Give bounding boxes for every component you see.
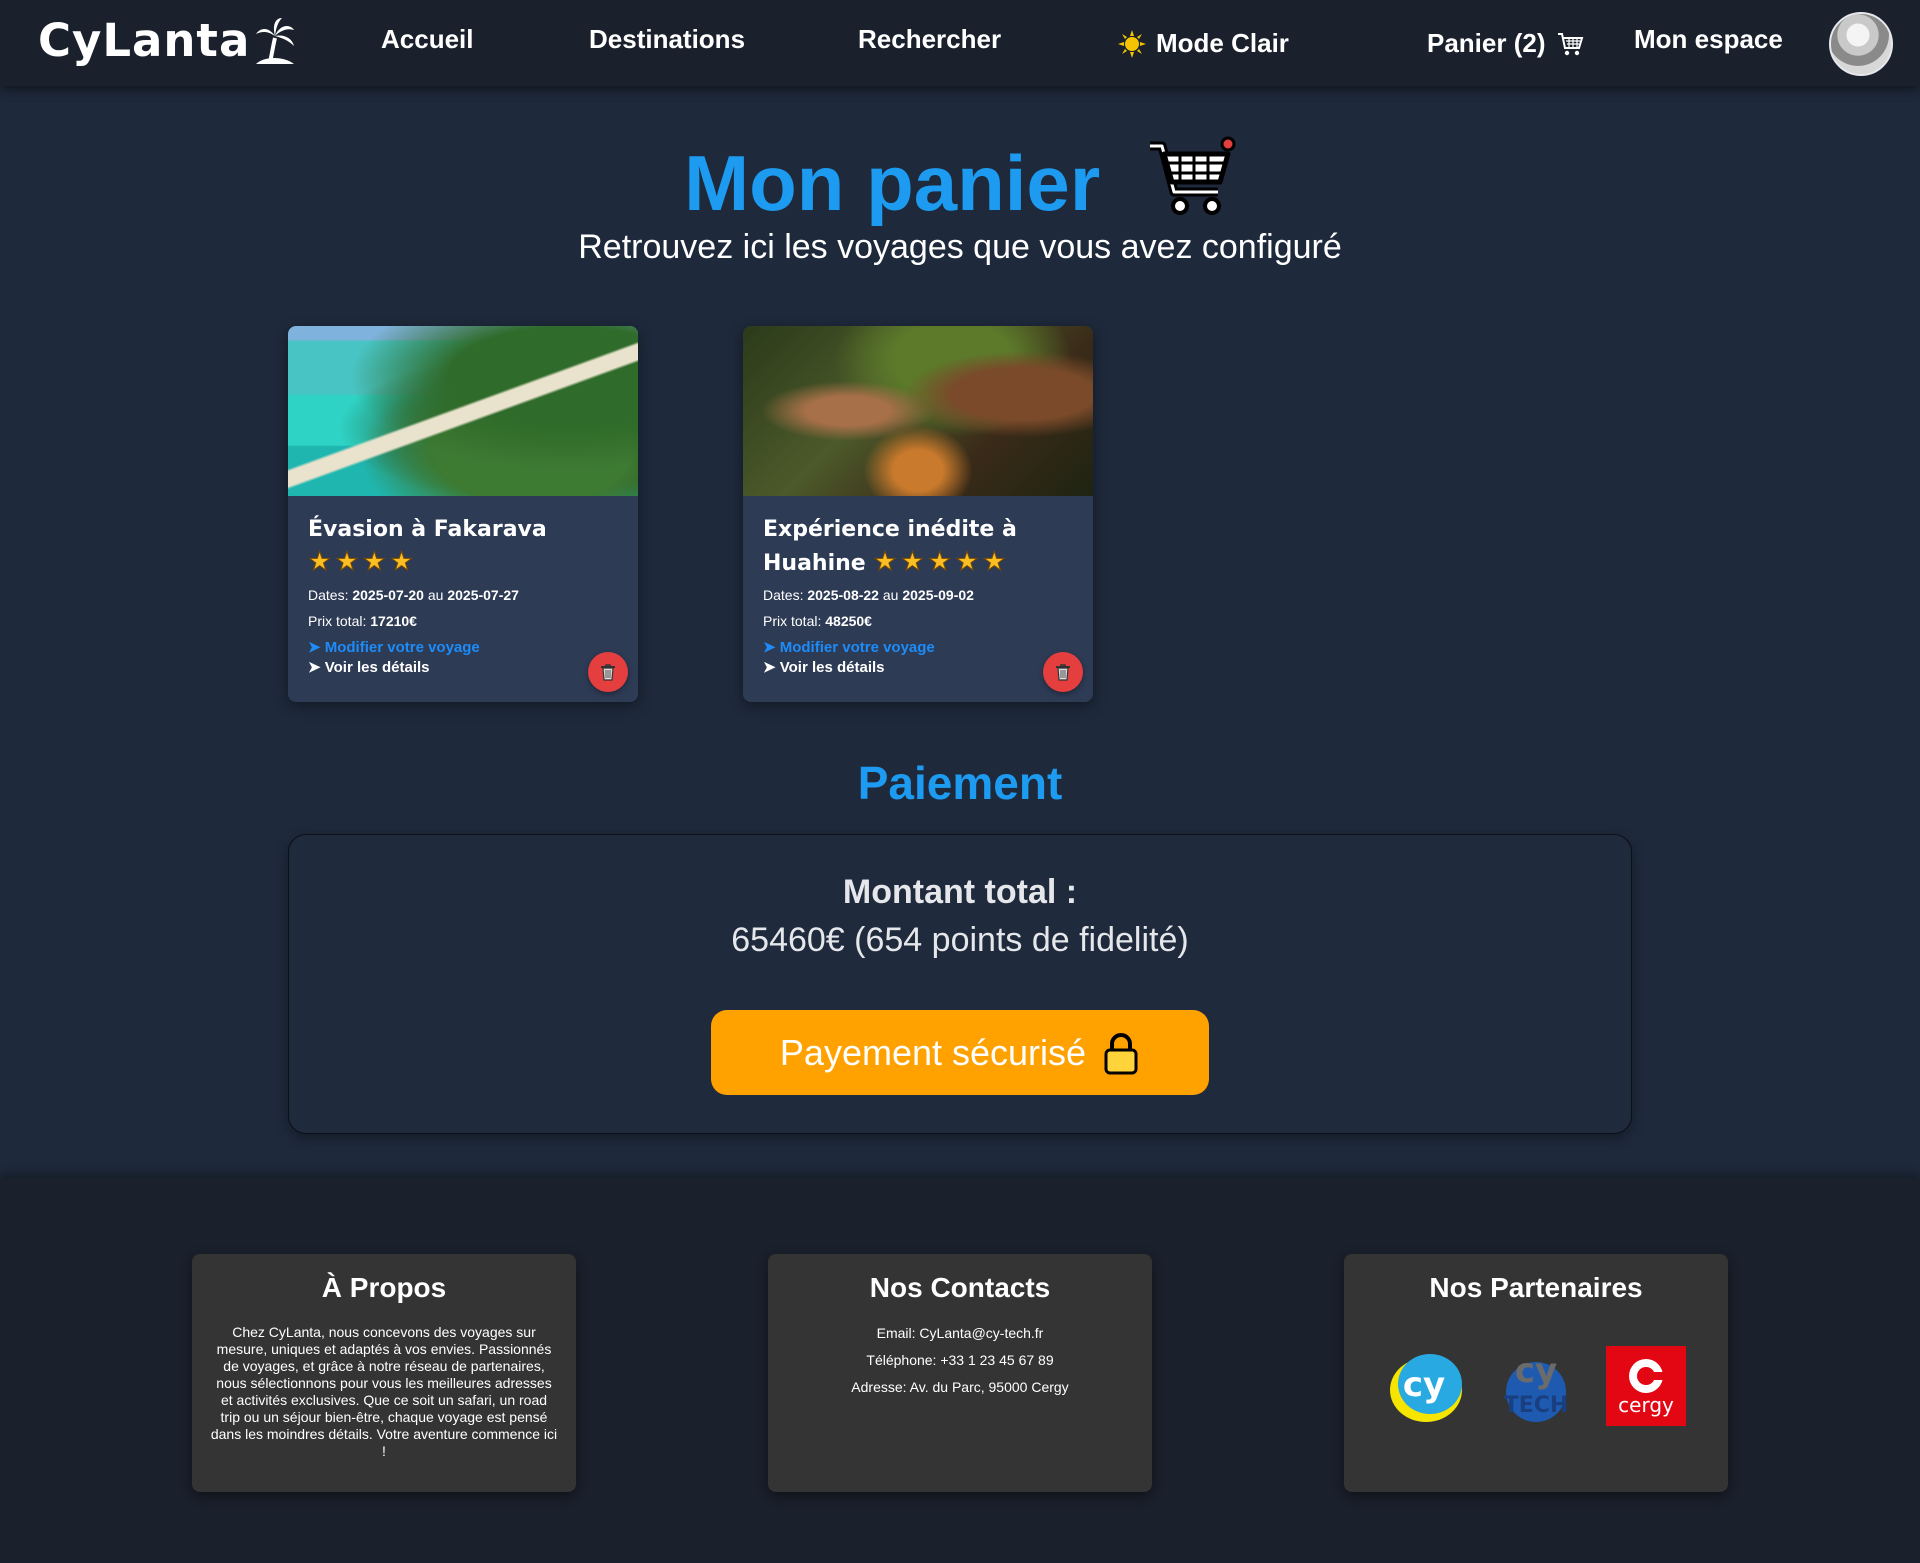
modify-trip-link[interactable]: ➤ Modifier votre voyage bbox=[308, 638, 618, 658]
avatar[interactable] bbox=[1829, 12, 1893, 76]
trip-image bbox=[288, 326, 638, 496]
date-start: 2025-08-22 bbox=[807, 587, 879, 603]
trip-details-link[interactable]: ➤ Voir les détails bbox=[308, 658, 618, 678]
contact-phone: Téléphone: +33 1 23 45 67 89 bbox=[866, 1352, 1054, 1368]
trip-price: Prix total: 48250€ bbox=[763, 610, 1073, 632]
trash-icon bbox=[601, 664, 615, 681]
about-section: À Propos Chez CyLanta, nous concevons de… bbox=[192, 1254, 576, 1492]
nav-destinations-link[interactable]: Destinations bbox=[589, 24, 745, 55]
page-title-text: Mon panier bbox=[684, 139, 1101, 227]
cergy-logo-text: cergy bbox=[1618, 1393, 1674, 1417]
contacts-section: Nos Contacts Email: CyLanta@cy-tech.fr T… bbox=[768, 1254, 1152, 1492]
svg-text:cy: cy bbox=[1403, 1365, 1445, 1405]
payment-panel: Montant total : 65460€ (654 points de fi… bbox=[288, 834, 1632, 1134]
date-end: 2025-09-02 bbox=[902, 587, 974, 603]
nav-cart-label: Panier (2) bbox=[1427, 28, 1546, 58]
page-subtitle: Retrouvez ici les voyages que vous avez … bbox=[578, 228, 1342, 266]
price-value: 17210€ bbox=[370, 613, 417, 629]
nav-account-link[interactable]: Mon espace bbox=[1634, 24, 1783, 55]
trip-title: Expérience inédite à Huahine ★★★★★ bbox=[763, 514, 1073, 580]
page-title: Mon panier bbox=[0, 132, 1920, 228]
trash-icon bbox=[1056, 664, 1070, 681]
nav-cart-link[interactable]: Panier (2) bbox=[1427, 28, 1584, 59]
delete-trip-button[interactable] bbox=[588, 652, 628, 692]
contact-email[interactable]: Email: CyLanta@cy-tech.fr bbox=[768, 1320, 1152, 1347]
price-label: Prix total: bbox=[308, 613, 367, 629]
total-label: Montant total : bbox=[842, 873, 1078, 911]
price-value: 48250€ bbox=[825, 613, 872, 629]
price-label: Prix total: bbox=[763, 613, 822, 629]
cart-item-card: Expérience inédite à Huahine ★★★★★ Dates… bbox=[743, 326, 1093, 702]
contacts-title: Nos Contacts bbox=[869, 1272, 1051, 1303]
secure-payment-label: Payement sécurisé bbox=[779, 1031, 1087, 1073]
partners-title: Nos Partenaires bbox=[1429, 1272, 1643, 1303]
star-rating: ★★★★ bbox=[307, 547, 418, 578]
trip-price: Prix total: 17210€ bbox=[308, 610, 618, 632]
total-amount: 65460€ (654 points de fidelité) bbox=[731, 921, 1189, 959]
about-title: À Propos bbox=[321, 1272, 447, 1303]
dates-label: Dates: bbox=[308, 587, 349, 603]
shopping-cart-icon bbox=[1149, 136, 1236, 215]
modify-trip-link[interactable]: ➤ Modifier votre voyage bbox=[763, 638, 1073, 658]
svg-text:cy: cy bbox=[1515, 1351, 1557, 1391]
trip-dates: Dates: 2025-07-20 au 2025-07-27 bbox=[308, 584, 618, 606]
date-start: 2025-07-20 bbox=[352, 587, 424, 603]
dates-label: Dates: bbox=[763, 587, 804, 603]
secure-payment-button[interactable]: Payement sécurisé bbox=[711, 1010, 1209, 1095]
star-rating: ★★★★★ bbox=[873, 547, 1010, 578]
nav-search-link[interactable]: Rechercher bbox=[858, 24, 1001, 55]
payment-title: Paiement bbox=[857, 757, 1063, 809]
navbar: CyLanta Accueil Destinations Rechercher … bbox=[0, 0, 1920, 86]
date-separator: au bbox=[427, 587, 444, 603]
partners-section: Nos Partenaires cy cy TECH cergy bbox=[1344, 1254, 1728, 1492]
trip-image bbox=[743, 326, 1093, 496]
mode-toggle-button[interactable]: Mode Clair bbox=[1118, 28, 1289, 59]
palm-tree-icon bbox=[256, 17, 295, 64]
cy-logo[interactable]: cy bbox=[1386, 1346, 1466, 1426]
trip-title: Évasion à Fakarava ★★★★ bbox=[307, 514, 618, 580]
date-separator: au bbox=[882, 587, 899, 603]
lock-icon bbox=[1104, 1032, 1138, 1074]
about-text: Chez CyLanta, nous concevons des voyages… bbox=[210, 1324, 558, 1459]
svg-text:TECH: TECH bbox=[1504, 1393, 1569, 1418]
logo[interactable]: CyLanta bbox=[38, 14, 296, 67]
trip-details-link[interactable]: ➤ Voir les détails bbox=[763, 658, 1073, 678]
cart-icon bbox=[1557, 32, 1583, 55]
trip-title-text: Évasion à Fakarava bbox=[308, 517, 547, 542]
delete-trip-button[interactable] bbox=[1043, 652, 1083, 692]
date-end: 2025-07-27 bbox=[447, 587, 519, 603]
trip-dates: Dates: 2025-08-22 au 2025-09-02 bbox=[763, 584, 1073, 606]
cy-tech-logo[interactable]: cy TECH bbox=[1496, 1346, 1576, 1426]
sun-icon bbox=[1118, 29, 1146, 58]
nav-home-link[interactable]: Accueil bbox=[381, 24, 474, 55]
footer: À Propos Chez CyLanta, nous concevons de… bbox=[0, 1178, 1920, 1563]
cart-item-card: Évasion à Fakarava ★★★★ Dates: 2025-07-2… bbox=[288, 326, 638, 702]
logo-text: CyLanta bbox=[38, 14, 251, 67]
cergy-logo[interactable]: cergy bbox=[1606, 1346, 1686, 1426]
contact-address: Adresse: Av. du Parc, 95000 Cergy bbox=[851, 1379, 1069, 1395]
mode-toggle-label: Mode Clair bbox=[1156, 28, 1289, 58]
